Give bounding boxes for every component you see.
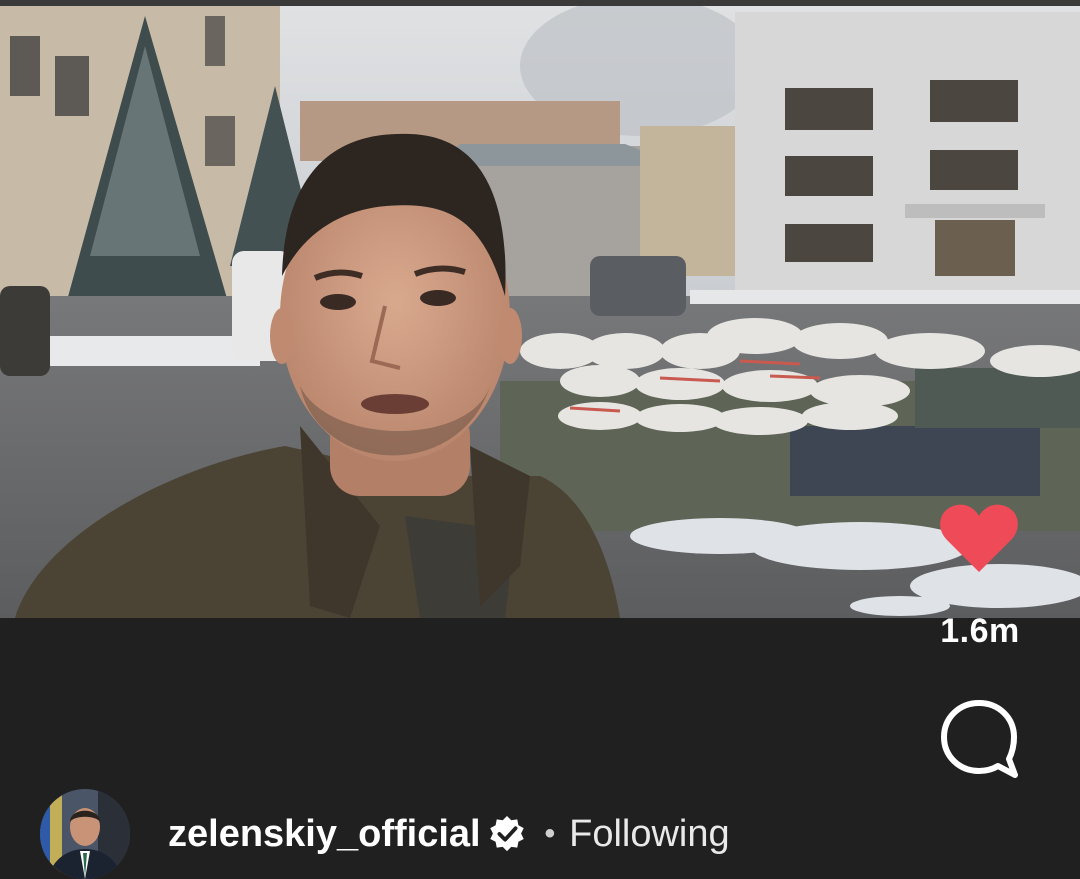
comment-button[interactable] xyxy=(934,694,1024,784)
like-button[interactable] xyxy=(936,498,1022,578)
following-button[interactable]: Following xyxy=(569,813,730,856)
heart-icon xyxy=(940,504,1018,572)
like-count: 1.6m xyxy=(940,612,1020,650)
verified-badge-icon xyxy=(487,814,527,854)
video-player[interactable] xyxy=(0,6,1080,618)
separator-dot: • xyxy=(544,817,556,850)
reel-viewer-screen: 1.6m zelenskiy_official • Following xyxy=(0,0,1080,879)
video-frame-image xyxy=(0,6,1080,618)
author-username[interactable]: zelenskiy_official xyxy=(168,813,481,856)
avatar-image xyxy=(40,789,130,879)
avatar[interactable] xyxy=(40,789,130,879)
author-row: zelenskiy_official • Following xyxy=(40,788,730,879)
comment-bubble-icon xyxy=(941,700,1018,778)
